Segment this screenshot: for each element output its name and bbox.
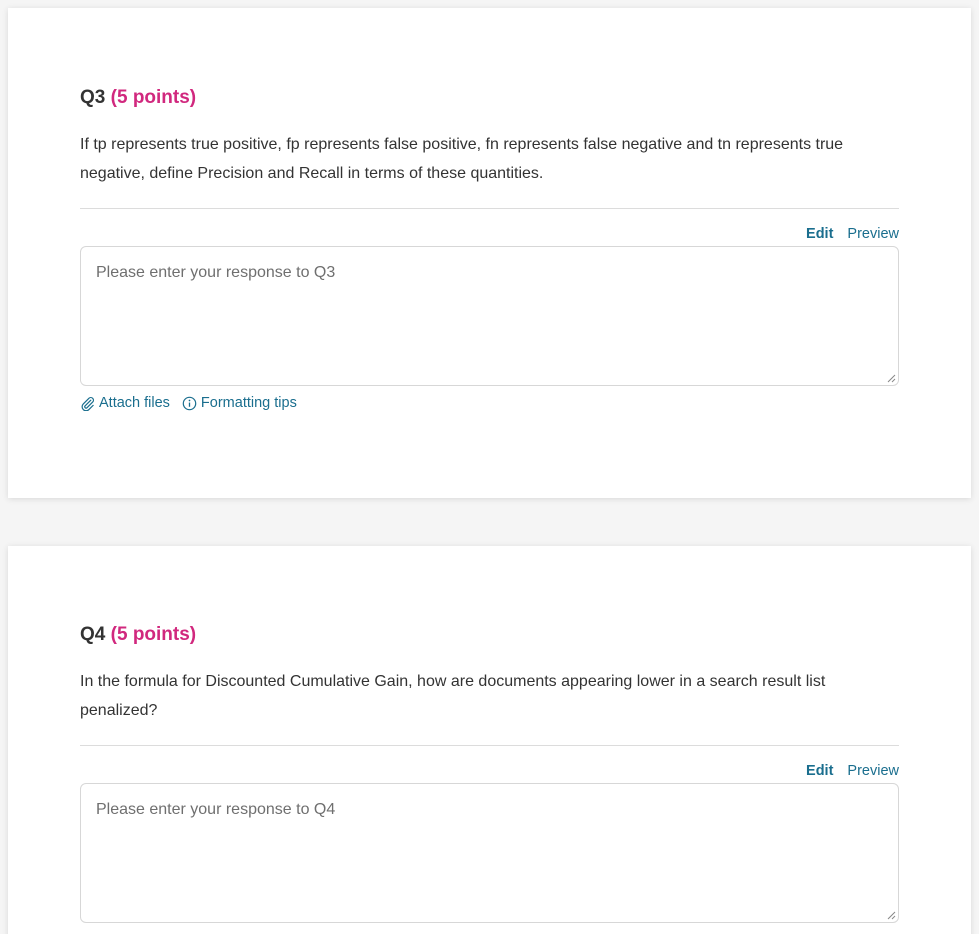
paperclip-icon	[81, 396, 95, 411]
edit-tab[interactable]: Edit	[806, 225, 833, 243]
question-points: (5 points)	[110, 87, 197, 108]
question-points: (5 points)	[110, 624, 197, 645]
question-title: Q4 (5 points)	[80, 546, 899, 647]
resize-handle-icon[interactable]	[887, 911, 896, 920]
attach-files-link[interactable]: Attach files	[80, 394, 170, 412]
editor-tabs: Edit Preview	[80, 225, 899, 243]
response-textarea[interactable]: Please enter your response to Q4	[80, 783, 899, 923]
attach-files-label: Attach files	[99, 395, 170, 411]
editor-tabs: Edit Preview	[80, 762, 899, 780]
divider	[80, 208, 899, 209]
question-title: Q3 (5 points)	[80, 8, 899, 110]
question-number: Q3	[80, 87, 106, 108]
question-number: Q4	[80, 624, 106, 645]
edit-tab[interactable]: Edit	[806, 762, 833, 780]
preview-tab[interactable]: Preview	[847, 225, 899, 243]
response-placeholder: Please enter your response to Q4	[96, 801, 336, 818]
info-circle-icon	[182, 396, 197, 410]
question-card-q4: Q4 (5 points) In the formula for Discoun…	[8, 546, 971, 934]
question-text: If tp represents true positive, fp repre…	[80, 136, 844, 182]
formatting-tips-label: Formatting tips	[200, 395, 297, 411]
response-placeholder: Please enter your response to Q3	[96, 264, 336, 281]
response-tools: Attach files Formatting tips	[80, 394, 899, 412]
page: Q3 (5 points) If tp represents true posi…	[0, 0, 979, 934]
response-textarea[interactable]: Please enter your response to Q3	[80, 246, 899, 386]
resize-handle-icon[interactable]	[887, 374, 896, 383]
divider	[80, 745, 899, 746]
question-card-q3: Q3 (5 points) If tp represents true posi…	[8, 8, 971, 498]
preview-tab[interactable]: Preview	[847, 762, 899, 780]
formatting-tips-link[interactable]: Formatting tips	[182, 394, 297, 412]
question-text: In the formula for Discounted Cumulative…	[80, 673, 826, 719]
